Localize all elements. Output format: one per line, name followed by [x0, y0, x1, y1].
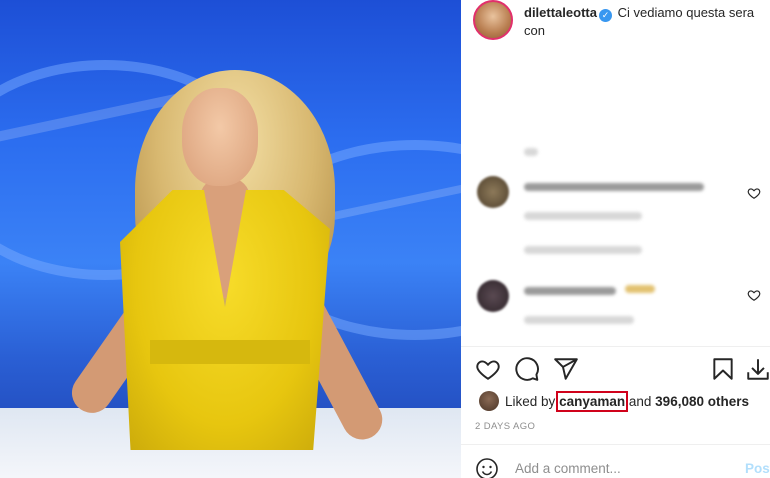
commenter-avatar[interactable] [477, 176, 509, 208]
blurred-comment-meta [524, 212, 642, 220]
action-bar [461, 352, 770, 386]
likes-summary: Liked by canyaman and 396,080 others [505, 391, 749, 412]
dress-belt [150, 340, 310, 364]
verified-badge-icon: ✓ [598, 9, 612, 22]
bookmark-icon[interactable] [710, 356, 736, 382]
comment-bar: Post [461, 447, 770, 478]
add-comment-input[interactable] [515, 461, 735, 476]
post-comment-button[interactable]: Post [745, 461, 770, 476]
blurred-comment-text [524, 148, 538, 156]
person-face [182, 88, 258, 186]
avatar[interactable] [473, 0, 513, 40]
heart-icon[interactable] [747, 186, 761, 200]
blurred-emoji [625, 285, 655, 293]
liker-username-link[interactable]: canyaman [556, 391, 629, 412]
post-side-panel: dilettaleotta ✓ Ci vediamo questa sera co… [461, 0, 770, 478]
post-timestamp[interactable]: 2 DAYS AGO [475, 421, 535, 432]
blurred-comment-meta [524, 316, 634, 324]
likes-prefix: Liked by [505, 394, 556, 409]
post-photo[interactable] [0, 0, 461, 478]
blurred-comment-text [524, 287, 616, 295]
heart-icon[interactable] [475, 356, 501, 382]
divider [461, 346, 770, 347]
liker-avatar[interactable] [479, 391, 499, 411]
divider [461, 444, 770, 445]
blurred-comment-meta [524, 246, 642, 254]
commenter-avatar[interactable] [477, 280, 509, 312]
likes-count-link[interactable]: 396,080 others [655, 394, 749, 409]
comment-icon[interactable] [514, 356, 540, 382]
blurred-comment-text [524, 183, 704, 191]
download-icon[interactable] [745, 356, 770, 382]
username-link[interactable]: dilettaleotta [524, 5, 597, 20]
caption: dilettaleotta ✓ Ci vediamo questa sera co… [524, 4, 764, 40]
emoji-icon[interactable] [475, 457, 499, 478]
share-icon[interactable] [553, 356, 579, 382]
heart-icon[interactable] [747, 288, 761, 302]
likes-middle: and [628, 394, 652, 409]
post-header: dilettaleotta ✓ Ci vediamo questa sera co… [461, 0, 770, 50]
